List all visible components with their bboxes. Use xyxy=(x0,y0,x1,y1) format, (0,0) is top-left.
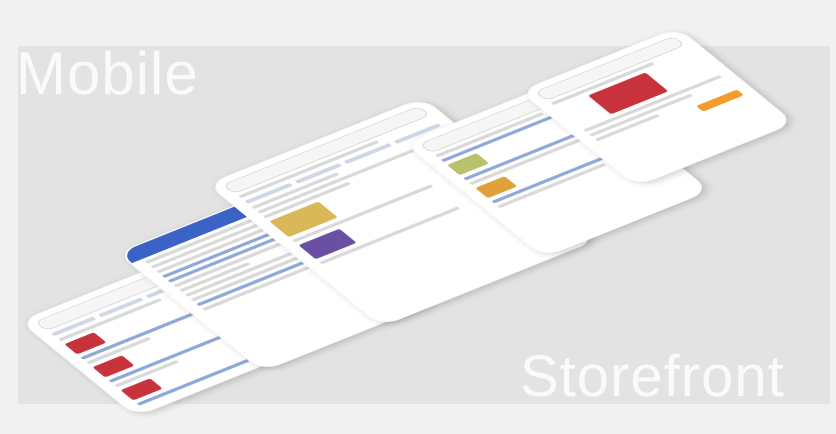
product-thumbnail xyxy=(269,201,338,238)
phone-mockups xyxy=(0,0,836,434)
search-bar xyxy=(222,105,431,195)
buy-button xyxy=(696,89,744,112)
